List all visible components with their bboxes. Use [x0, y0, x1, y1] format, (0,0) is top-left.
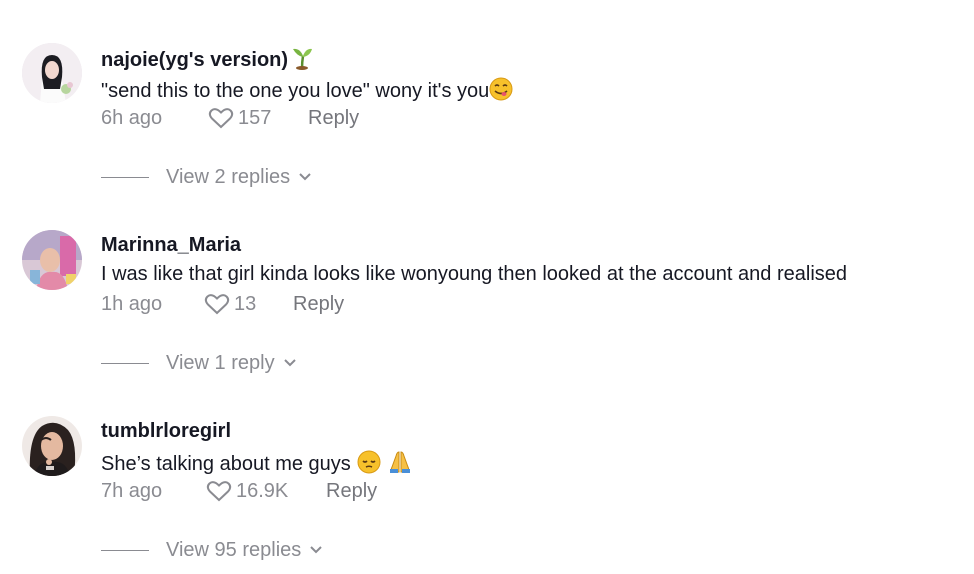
- reply-button[interactable]: Reply: [326, 480, 377, 503]
- comments-panel: najoie(yg's version) "send this to the o…: [0, 0, 974, 574]
- view-replies-label: View 95 replies: [166, 538, 302, 561]
- divider: [101, 176, 149, 178]
- like-count: 157: [238, 106, 272, 129]
- heart-icon: [206, 481, 232, 502]
- heart-icon: [204, 294, 230, 315]
- view-replies-button[interactable]: View 95 replies: [101, 537, 323, 563]
- folded-hands-icon: [387, 450, 413, 480]
- username[interactable]: Marinna_Maria: [101, 234, 241, 257]
- heart-icon: [208, 108, 234, 129]
- previous-comment-cutoff: [162, 0, 282, 4]
- divider: [101, 362, 149, 364]
- like-button[interactable]: 13: [204, 292, 293, 316]
- avatar[interactable]: [22, 416, 82, 476]
- avatar[interactable]: [22, 230, 82, 290]
- timestamp: 6h ago: [101, 106, 163, 129]
- divider: [101, 549, 149, 551]
- like-button[interactable]: 157: [208, 106, 308, 130]
- reply-button[interactable]: Reply: [293, 293, 344, 316]
- view-replies-label: View 2 replies: [166, 165, 291, 188]
- comment-meta: 7h ago 16.9K Reply: [101, 478, 377, 504]
- comment-meta: 6h ago 157 Reply: [101, 105, 359, 131]
- timestamp: 1h ago: [101, 292, 163, 315]
- reply-button[interactable]: Reply: [308, 107, 359, 130]
- sprout-icon: [291, 46, 313, 76]
- like-button[interactable]: 16.9K: [206, 479, 326, 503]
- avatar[interactable]: [22, 43, 82, 103]
- chevron-down-icon: [283, 359, 296, 367]
- username[interactable]: tumblrloregirl: [101, 420, 231, 443]
- comment-text: "send this to the one you love" wony it'…: [101, 77, 513, 107]
- like-count: 13: [234, 292, 257, 315]
- comment-text: I was like that girl kinda looks like wo…: [101, 263, 848, 285]
- chevron-down-icon: [299, 173, 311, 181]
- chevron-down-icon: [310, 546, 322, 554]
- like-count: 16.9K: [236, 479, 289, 502]
- username[interactable]: najoie(yg's version): [101, 46, 313, 76]
- view-replies-button[interactable]: View 1 reply: [101, 350, 297, 376]
- yum-face-icon: [489, 77, 513, 107]
- pensive-face-icon: [357, 450, 381, 480]
- view-replies-button[interactable]: View 2 replies: [101, 164, 312, 190]
- timestamp: 7h ago: [101, 479, 163, 502]
- view-replies-label: View 1 reply: [166, 351, 275, 374]
- comment-meta: 1h ago 13 Reply: [101, 291, 344, 317]
- comment-text: She’s talking about me guys: [101, 450, 413, 480]
